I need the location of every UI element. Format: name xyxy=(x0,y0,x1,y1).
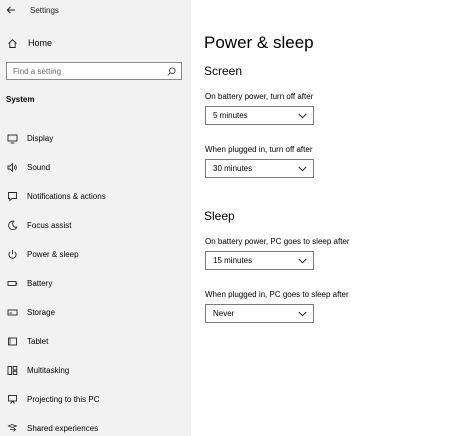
sidebar-item-label: Battery xyxy=(27,279,53,288)
main-content: Power & sleep Screen On battery power, t… xyxy=(191,0,474,436)
sleep-heading: Sleep xyxy=(204,209,235,223)
search-placeholder: Find a setting xyxy=(13,66,62,76)
dropdown-value: 15 minutes xyxy=(213,256,253,265)
chevron-down-icon xyxy=(298,113,307,118)
sidebar-item-label: Storage xyxy=(27,308,56,317)
screen-plugged-dropdown[interactable]: 30 minutes xyxy=(205,159,314,178)
sidebar-item-label: Display xyxy=(27,134,54,143)
page-title: Power & sleep xyxy=(204,33,314,52)
chevron-down-icon xyxy=(298,258,307,263)
sidebar-item-projecting[interactable]: Projecting to this PC xyxy=(0,385,191,414)
shared-experiences-icon xyxy=(5,422,19,436)
sidebar-item-label: Multitasking xyxy=(27,366,70,375)
back-arrow-icon xyxy=(6,6,15,14)
sidebar-item-sound[interactable]: Sound xyxy=(0,153,191,182)
home-icon xyxy=(5,36,19,50)
battery-icon xyxy=(5,277,19,291)
search-input[interactable]: Find a setting xyxy=(6,62,182,80)
back-button[interactable] xyxy=(0,0,22,20)
sidebar-item-shared-experiences[interactable]: Shared experiences xyxy=(0,414,191,436)
dropdown-value: 5 minutes xyxy=(213,111,248,120)
sidebar: Settings Home Find a setting System Disp… xyxy=(0,0,191,436)
title-bar: Settings xyxy=(0,0,191,20)
sidebar-item-label: Tablet xyxy=(27,337,49,346)
chevron-down-icon xyxy=(298,311,307,316)
chevron-down-icon xyxy=(298,166,307,171)
projecting-icon xyxy=(5,393,19,407)
home-nav-item[interactable]: Home xyxy=(0,33,191,53)
power-icon xyxy=(5,248,19,262)
sidebar-item-label: Projecting to this PC xyxy=(27,395,100,404)
storage-icon xyxy=(5,306,19,320)
home-label: Home xyxy=(28,38,53,48)
screen-heading: Screen xyxy=(204,64,243,78)
notifications-icon xyxy=(5,190,19,204)
section-header: System xyxy=(6,95,35,104)
sleep-plugged-label: When plugged in, PC goes to sleep after xyxy=(205,290,349,299)
screen-battery-dropdown[interactable]: 5 minutes xyxy=(205,106,314,125)
sidebar-item-notifications[interactable]: Notifications & actions xyxy=(0,182,191,211)
search-icon xyxy=(167,66,176,76)
sidebar-item-multitasking[interactable]: Multitasking xyxy=(0,356,191,385)
tablet-icon xyxy=(5,335,19,349)
dropdown-value: Never xyxy=(213,309,235,318)
dropdown-value: 30 minutes xyxy=(213,164,253,173)
screen-plugged-label: When plugged in, turn off after xyxy=(205,145,313,154)
sidebar-item-label: Shared experiences xyxy=(27,424,99,433)
window-title: Settings xyxy=(30,5,59,15)
sleep-plugged-dropdown[interactable]: Never xyxy=(205,304,314,323)
sidebar-item-battery[interactable]: Battery xyxy=(0,269,191,298)
sidebar-item-label: Focus assist xyxy=(27,221,72,230)
speaker-icon xyxy=(5,161,19,175)
sidebar-nav: Display Sound Notifications & actions Fo… xyxy=(0,124,191,436)
sidebar-item-tablet[interactable]: Tablet xyxy=(0,327,191,356)
sidebar-item-display[interactable]: Display xyxy=(0,124,191,153)
sidebar-item-focus-assist[interactable]: Focus assist xyxy=(0,211,191,240)
screen-battery-label: On battery power, turn off after xyxy=(205,92,314,101)
display-icon xyxy=(5,132,19,146)
multitasking-icon xyxy=(5,364,19,378)
sidebar-item-power-sleep[interactable]: Power & sleep xyxy=(0,240,191,269)
sidebar-item-label: Notifications & actions xyxy=(27,192,106,201)
sleep-battery-label: On battery power, PC goes to sleep after xyxy=(205,237,350,246)
sleep-battery-dropdown[interactable]: 15 minutes xyxy=(205,251,314,270)
sidebar-item-storage[interactable]: Storage xyxy=(0,298,191,327)
sidebar-item-label: Sound xyxy=(27,163,51,172)
sidebar-item-label: Power & sleep xyxy=(27,250,79,259)
moon-icon xyxy=(5,219,19,233)
